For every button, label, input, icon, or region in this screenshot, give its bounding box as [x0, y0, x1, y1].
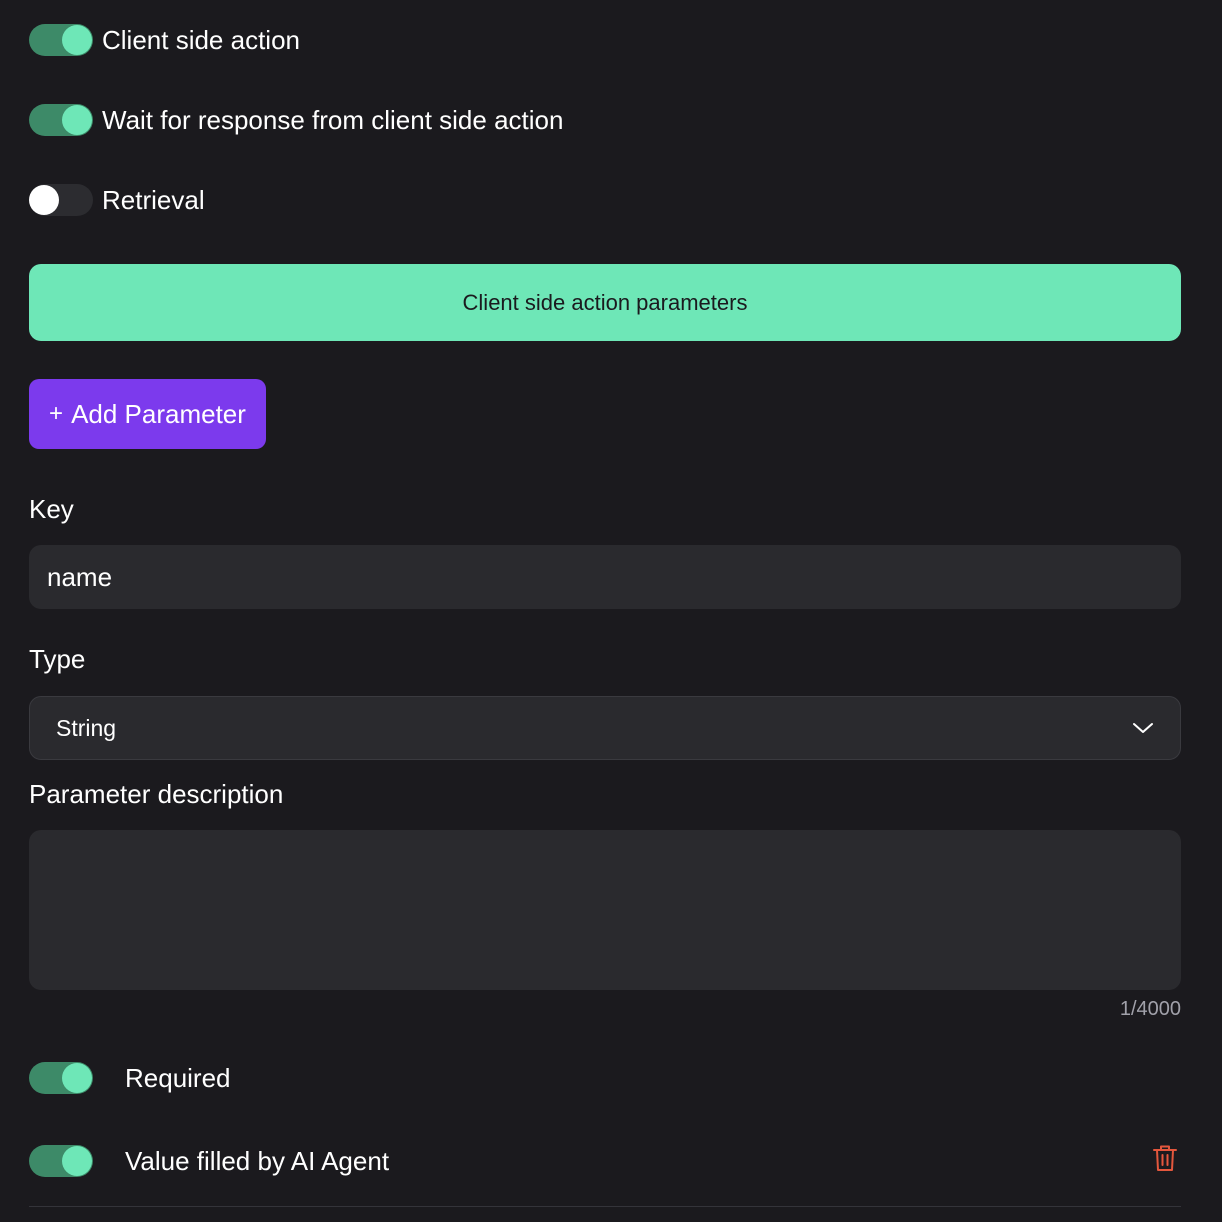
description-label: Parameter description	[29, 779, 284, 809]
add-parameter-label: Add Parameter	[71, 398, 246, 429]
client-side-action-toggle[interactable]	[29, 24, 93, 56]
client-side-action-row: Client side action	[29, 22, 300, 58]
ai-filled-label: Value filled by AI Agent	[125, 1145, 390, 1176]
type-label: Type	[29, 644, 86, 674]
retrieval-label: Retrieval	[102, 184, 205, 215]
toggle-knob	[62, 105, 92, 135]
description-textarea[interactable]	[29, 830, 1181, 990]
toggle-knob	[62, 1146, 92, 1176]
plus-icon: +	[49, 400, 64, 427]
trash-icon[interactable]	[1152, 1144, 1178, 1172]
toggle-knob	[62, 25, 92, 55]
required-row: Required	[29, 1060, 231, 1096]
add-parameter-button[interactable]: + Add Parameter	[29, 379, 266, 449]
parameters-section-header[interactable]: Client side action parameters	[29, 264, 1181, 341]
key-input[interactable]: name	[29, 545, 1181, 609]
client-side-action-label: Client side action	[102, 24, 300, 55]
wait-for-response-row: Wait for response from client side actio…	[29, 102, 563, 138]
parameters-section-title: Client side action parameters	[462, 289, 748, 315]
ai-filled-row: Value filled by AI Agent	[29, 1143, 389, 1179]
ai-filled-toggle[interactable]	[29, 1145, 93, 1177]
chevron-down-icon	[1133, 723, 1153, 733]
type-select-value: String	[56, 714, 117, 741]
divider	[29, 1206, 1181, 1207]
wait-for-response-label: Wait for response from client side actio…	[102, 104, 564, 135]
wait-for-response-toggle[interactable]	[29, 104, 93, 136]
key-input-value: name	[47, 561, 113, 592]
required-toggle[interactable]	[29, 1062, 93, 1094]
retrieval-toggle[interactable]	[29, 184, 93, 216]
toggle-knob	[62, 1063, 92, 1093]
retrieval-row: Retrieval	[29, 182, 205, 218]
type-select[interactable]: String	[29, 696, 1181, 760]
description-char-counter: 1/4000	[1119, 998, 1181, 1020]
toggle-knob	[29, 185, 59, 215]
required-label: Required	[125, 1062, 231, 1093]
key-label: Key	[29, 494, 74, 524]
client-side-action-settings: Client side action Wait for response fro…	[0, 0, 1222, 1222]
